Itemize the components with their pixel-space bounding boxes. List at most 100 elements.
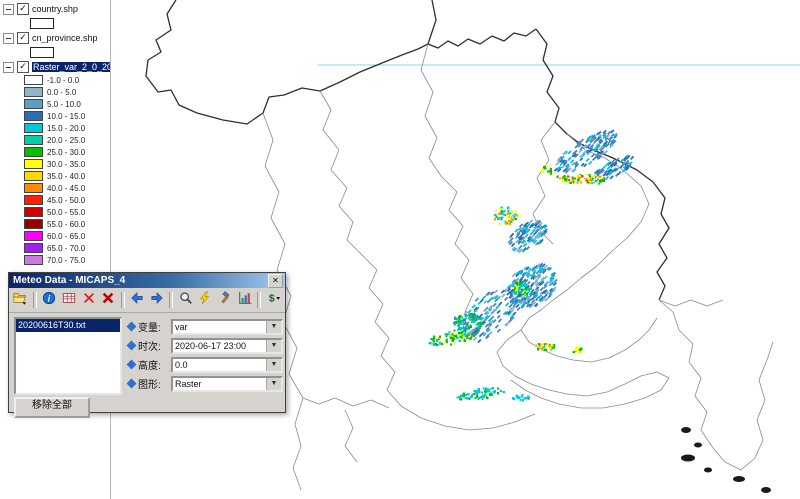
- layer-label[interactable]: country.shp: [32, 4, 78, 14]
- legend-item: 0.0 - 5.0: [0, 86, 110, 98]
- toolbar-button-grid[interactable]: [59, 290, 78, 310]
- field-label: 时次:: [138, 338, 168, 353]
- layer-checkbox[interactable]: ✓: [17, 32, 29, 44]
- toolbar-button-delete[interactable]: [79, 290, 98, 310]
- chevron-down-icon[interactable]: ▼: [266, 359, 281, 371]
- layer-label[interactable]: Raster_var_2_0_2020-0: [32, 62, 110, 72]
- tree-expander-icon[interactable]: [3, 33, 14, 44]
- layer-row: ✓Raster_var_2_0_2020-0: [0, 60, 110, 74]
- legend-label: 5.0 - 10.0: [47, 100, 81, 109]
- open-file-icon: [13, 291, 27, 310]
- field-combobox-2[interactable]: 0.0▼: [171, 357, 283, 373]
- toolbar-button-back[interactable]: [128, 290, 147, 310]
- dialog-body: 20200616T30.txt 移除全部 变量:var▼时次:2020-06-1…: [9, 313, 285, 414]
- file-list-item[interactable]: 20200616T30.txt: [16, 319, 120, 332]
- legend-swatch[interactable]: [24, 159, 43, 169]
- close-icon: ✕: [272, 276, 279, 285]
- field-icon: [127, 360, 137, 370]
- toolbar-button-tools[interactable]: [216, 290, 235, 310]
- legend-item: 50.0 - 55.0: [0, 206, 110, 218]
- chevron-down-icon[interactable]: ▼: [266, 340, 281, 352]
- legend-item: 35.0 - 40.0: [0, 170, 110, 182]
- remove-all-button[interactable]: 移除全部: [14, 397, 90, 418]
- layer-label[interactable]: cn_province.shp: [32, 33, 98, 43]
- polygon-symbol-swatch[interactable]: [30, 47, 54, 58]
- toolbar-button-info[interactable]: i: [40, 290, 59, 310]
- legend-swatch[interactable]: [24, 99, 43, 109]
- layer-tree: ✓country.shp✓cn_province.shp✓Raster_var_…: [0, 2, 110, 266]
- legend-item: -1.0 - 0.0: [0, 74, 110, 86]
- legend-swatch[interactable]: [24, 123, 43, 133]
- toolbar-separator: [33, 292, 37, 308]
- legend-swatch[interactable]: [24, 183, 43, 193]
- field-label: 图形:: [138, 376, 168, 391]
- layer-symbol-row: [0, 45, 110, 60]
- legend-label: 30.0 - 35.0: [47, 160, 85, 169]
- field-combobox-1[interactable]: 2020-06-17 23:00▼: [171, 338, 283, 354]
- legend-swatch[interactable]: [24, 171, 43, 181]
- legend-swatch[interactable]: [24, 87, 43, 97]
- layer-row: ✓cn_province.shp: [0, 31, 110, 45]
- layers-panel: ✓country.shp✓cn_province.shp✓Raster_var_…: [0, 0, 111, 499]
- tree-expander-icon[interactable]: [3, 4, 14, 15]
- field-form: 变量:var▼时次:2020-06-17 23:00▼高度:0.0▼图形:Ras…: [127, 317, 283, 393]
- toolbar-button-dollar[interactable]: $: [264, 290, 283, 310]
- legend-label: 40.0 - 45.0: [47, 184, 85, 193]
- tree-expander-icon[interactable]: [3, 62, 14, 73]
- legend-item: 65.0 - 70.0: [0, 242, 110, 254]
- legend-swatch[interactable]: [24, 255, 43, 265]
- combobox-value: 0.0: [173, 360, 266, 370]
- combobox-value: Raster: [173, 379, 266, 389]
- layer-row: ✓country.shp: [0, 2, 110, 16]
- legend-swatch[interactable]: [24, 207, 43, 217]
- chevron-down-icon[interactable]: ▼: [266, 321, 281, 333]
- legend-label: 0.0 - 5.0: [47, 88, 76, 97]
- toolbar-button-forward[interactable]: [148, 290, 167, 310]
- legend-swatch[interactable]: [24, 231, 43, 241]
- svg-text:$: $: [268, 292, 274, 304]
- field-label: 变量:: [138, 319, 168, 334]
- legend-swatch[interactable]: [24, 243, 43, 253]
- toolbar-button-zoom[interactable]: [176, 290, 195, 310]
- field-combobox-0[interactable]: var▼: [171, 319, 283, 335]
- legend-item: 10.0 - 15.0: [0, 110, 110, 122]
- toolbar-separator: [257, 292, 261, 308]
- islands: [681, 427, 771, 493]
- file-list[interactable]: 20200616T30.txt: [14, 317, 122, 395]
- delete-all-icon: [101, 291, 115, 310]
- zoom-icon: [179, 291, 193, 310]
- legend-swatch[interactable]: [24, 75, 43, 85]
- close-button[interactable]: ✕: [268, 274, 283, 288]
- chevron-down-icon[interactable]: ▼: [266, 378, 281, 390]
- toolbar-separator: [121, 292, 125, 308]
- legend-swatch[interactable]: [24, 219, 43, 229]
- legend-item: 25.0 - 30.0: [0, 146, 110, 158]
- toolbar-button-lightning[interactable]: [196, 290, 215, 310]
- legend-item: 40.0 - 45.0: [0, 182, 110, 194]
- legend-label: 20.0 - 25.0: [47, 136, 85, 145]
- field-icon: [127, 341, 137, 351]
- legend-label: 25.0 - 30.0: [47, 148, 85, 157]
- toolbar-button-chart[interactable]: [236, 290, 255, 310]
- legend-swatch[interactable]: [24, 147, 43, 157]
- toolbar-button-delete-all[interactable]: [99, 290, 118, 310]
- meteo-data-dialog: Meteo Data - MICAPS_4 ✕ i$ 20200616T30.t…: [8, 272, 286, 413]
- toolbar-separator: [169, 292, 173, 308]
- layer-checkbox[interactable]: ✓: [17, 61, 29, 73]
- field-row: 高度:0.0▼: [127, 355, 283, 374]
- map-canvas[interactable]: [0, 0, 800, 499]
- dollar-icon: $: [267, 291, 281, 310]
- layer-symbol-row: [0, 16, 110, 31]
- legend-swatch[interactable]: [24, 195, 43, 205]
- legend-swatch[interactable]: [24, 111, 43, 121]
- legend-label: 65.0 - 70.0: [47, 244, 85, 253]
- dialog-toolbar: i$: [9, 288, 285, 313]
- toolbar-button-open-file[interactable]: [11, 290, 30, 310]
- layer-checkbox[interactable]: ✓: [17, 3, 29, 15]
- delete-icon: [82, 291, 96, 310]
- legend-item: 20.0 - 25.0: [0, 134, 110, 146]
- legend-swatch[interactable]: [24, 135, 43, 145]
- field-combobox-3[interactable]: Raster▼: [171, 376, 283, 392]
- polygon-symbol-swatch[interactable]: [30, 18, 54, 29]
- dialog-titlebar[interactable]: Meteo Data - MICAPS_4 ✕: [9, 273, 285, 288]
